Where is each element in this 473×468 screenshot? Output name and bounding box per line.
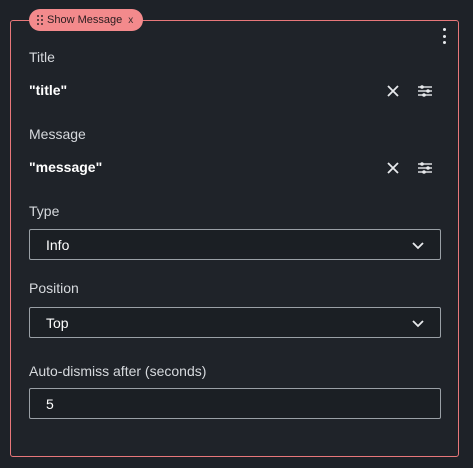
position-select[interactable]: Top bbox=[29, 307, 441, 338]
title-options-sliders-icon[interactable] bbox=[416, 82, 434, 100]
type-select[interactable]: Info bbox=[29, 229, 441, 260]
block-chip[interactable]: Show Message x bbox=[29, 9, 144, 31]
auto-dismiss-input[interactable]: 5 bbox=[29, 388, 441, 419]
position-selected-value: Top bbox=[46, 314, 69, 331]
title-value[interactable]: "title" bbox=[29, 82, 67, 98]
type-label: Type bbox=[29, 203, 60, 219]
chip-close-icon[interactable]: x bbox=[128, 15, 133, 26]
position-label: Position bbox=[29, 280, 79, 296]
block-chip-label: Show Message bbox=[47, 14, 123, 26]
more-vertical-icon[interactable] bbox=[440, 28, 448, 44]
message-value[interactable]: "message" bbox=[29, 159, 102, 175]
type-selected-value: Info bbox=[46, 236, 70, 253]
clear-message-close-icon[interactable] bbox=[384, 159, 402, 177]
chevron-down-icon bbox=[412, 320, 424, 328]
drag-handle-icon[interactable] bbox=[37, 15, 43, 25]
clear-title-close-icon[interactable] bbox=[384, 82, 402, 100]
auto-dismiss-value: 5 bbox=[46, 395, 54, 412]
title-label: Title bbox=[29, 49, 55, 65]
auto-dismiss-label: Auto-dismiss after (seconds) bbox=[29, 363, 207, 379]
chevron-down-icon bbox=[412, 242, 424, 250]
message-options-sliders-icon[interactable] bbox=[416, 159, 434, 177]
message-label: Message bbox=[29, 126, 86, 142]
